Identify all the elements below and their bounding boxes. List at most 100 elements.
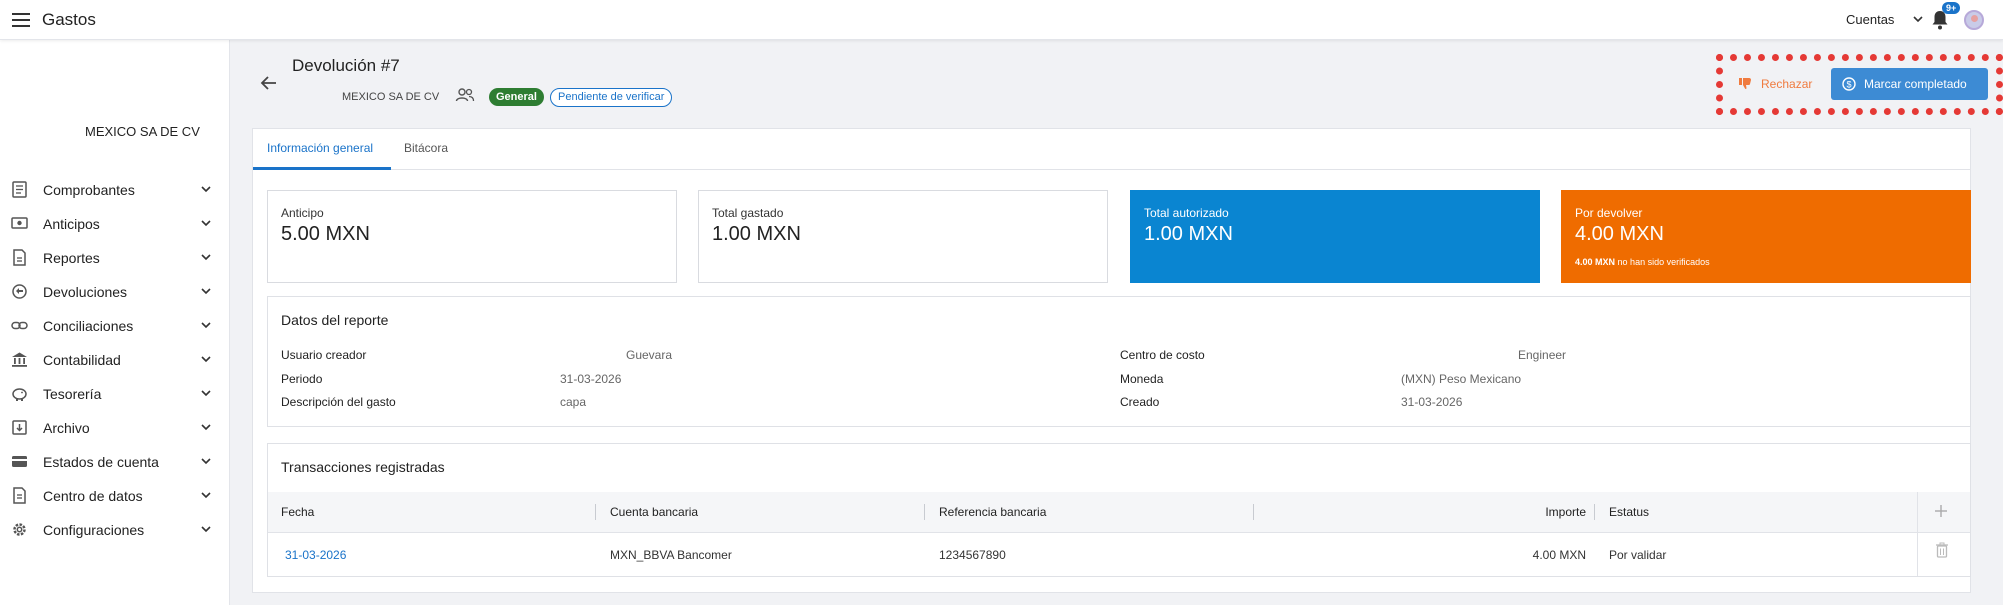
report-details-section: Datos del reporte Usuario creador Guevar… <box>267 296 1971 427</box>
stat-value: 4.00 MXN <box>1575 223 1664 245</box>
report-icon <box>13 249 26 266</box>
sidebar-item-configuraciones[interactable]: Configuraciones <box>0 514 230 546</box>
sidebar-item-centro-de-datos[interactable]: Centro de datos <box>0 480 230 512</box>
sidebar-item-label: Configuraciones <box>43 522 145 538</box>
svg-text:$: $ <box>1846 80 1851 90</box>
sidebar-item-label: Archivo <box>43 420 90 436</box>
report-company: MEXICO SA DE CV <box>342 91 440 103</box>
sidebar-item-label: Conciliaciones <box>43 318 134 334</box>
stat-label: Total gastado <box>712 206 784 220</box>
transaction-status: Por validar <box>1609 548 1667 562</box>
tab-informacion-general[interactable]: Información general <box>267 141 373 155</box>
notification-badge: 9+ <box>1942 2 1961 14</box>
column-header-referencia[interactable]: Referencia bancaria <box>939 505 1046 519</box>
actions-column-divider <box>1917 492 1918 576</box>
column-divider[interactable] <box>1253 504 1254 520</box>
chevron-down-icon[interactable] <box>1912 11 1924 27</box>
table-header: Fecha Cuenta bancaria Referencia bancari… <box>268 492 1970 533</box>
transaction-amount: 4.00 MXN <box>1532 548 1586 562</box>
section-title: Transacciones registradas <box>281 459 445 475</box>
detail-value: Engineer <box>1518 348 1567 362</box>
chevron-down-icon <box>201 492 211 499</box>
detail-label: Moneda <box>1120 372 1164 386</box>
detail-label: Creado <box>1120 395 1160 409</box>
stat-total-autorizado: Total autorizado 1.00 MXN <box>1130 190 1540 283</box>
receipt-icon <box>12 181 27 198</box>
detail-value: 31-03-2026 <box>1401 395 1463 409</box>
sidebar-item-label: Centro de datos <box>43 488 143 504</box>
sidebar-item-contabilidad[interactable]: Contabilidad <box>0 344 230 376</box>
column-divider[interactable] <box>924 504 925 520</box>
column-header-cuenta[interactable]: Cuenta bancaria <box>610 505 698 519</box>
transaction-account: MXN_BBVA Bancomer <box>610 548 732 562</box>
sidebar-item-reportes[interactable]: Reportes <box>0 242 230 274</box>
thumbs-down-icon <box>1739 78 1751 90</box>
stat-value: 5.00 MXN <box>281 223 370 245</box>
people-icon[interactable] <box>455 87 475 103</box>
stat-value: 1.00 MXN <box>1144 223 1233 245</box>
gear-icon <box>13 523 26 536</box>
top-app-bar: Gastos Cuentas 9+ <box>0 0 2003 40</box>
money-circle-icon: $ <box>1842 77 1856 91</box>
active-tab-indicator <box>253 167 391 170</box>
stat-note-text: no han sido verificados <box>1617 257 1710 267</box>
sidebar-item-label: Comprobantes <box>43 182 135 198</box>
sidebar-item-archivo[interactable]: Archivo <box>0 412 230 444</box>
sidebar-item-estados-de-cuenta[interactable]: Estados de cuenta <box>0 446 230 478</box>
piggy-bank-icon <box>12 388 27 401</box>
column-divider[interactable] <box>1594 504 1595 520</box>
stat-label: Por devolver <box>1575 206 1643 220</box>
add-transaction-icon[interactable] <box>1934 504 1948 518</box>
stat-total-gastado: Total gastado 1.00 MXN <box>698 190 1108 283</box>
transaction-reference: 1234567890 <box>939 548 1006 562</box>
sidebar-item-label: Tesorería <box>43 386 102 402</box>
tabs-divider <box>253 169 1970 170</box>
chevron-down-icon <box>201 220 211 227</box>
chevron-down-icon <box>201 390 211 397</box>
detail-label: Periodo <box>281 372 323 386</box>
sidebar-item-comprobantes[interactable]: Comprobantes <box>0 174 230 206</box>
sidebar-item-tesoreria[interactable]: Tesorería <box>0 378 230 410</box>
stat-note: 4.00 MXN no han sido verificados <box>1575 257 1710 267</box>
detail-label: Descripción del gasto <box>281 395 396 409</box>
mark-complete-label: Marcar completado <box>1864 77 1967 91</box>
sidebar-item-conciliaciones[interactable]: Conciliaciones <box>0 310 230 342</box>
menu-icon[interactable] <box>12 13 30 27</box>
chevron-down-icon <box>201 458 211 465</box>
sidebar-item-label: Estados de cuenta <box>43 454 159 470</box>
accounts-dropdown[interactable]: Cuentas <box>1846 12 1894 27</box>
stat-note-amount: 4.00 MXN <box>1575 257 1616 267</box>
column-header-importe[interactable]: Importe <box>1526 505 1586 519</box>
sidebar-company-name: MEXICO SA DE CV <box>85 124 200 139</box>
sidebar: MEXICO SA DE CV Comprobantes Anticipos R… <box>0 40 230 605</box>
avatar[interactable] <box>1964 10 1984 30</box>
detail-value: Guevara <box>626 348 673 362</box>
document-icon <box>13 487 26 504</box>
back-arrow-icon[interactable] <box>258 74 278 92</box>
card-icon <box>12 456 27 467</box>
column-header-fecha[interactable]: Fecha <box>281 505 314 519</box>
status-badge: Pendiente de verificar <box>550 88 673 107</box>
stat-label: Anticipo <box>281 206 324 220</box>
sidebar-item-label: Contabilidad <box>43 352 121 368</box>
chevron-down-icon <box>201 424 211 431</box>
sidebar-item-devoluciones[interactable]: Devoluciones <box>0 276 230 308</box>
stat-label: Total autorizado <box>1144 206 1229 220</box>
link-icon <box>11 321 28 330</box>
detail-value: 31-03-2026 <box>560 372 622 386</box>
page-title: Devolución #7 <box>292 56 400 75</box>
reject-button[interactable]: Rechazar <box>1761 77 1812 91</box>
chevron-down-icon <box>201 526 211 533</box>
money-icon <box>11 217 28 229</box>
chevron-down-icon <box>201 322 211 329</box>
sidebar-item-anticipos[interactable]: Anticipos <box>0 208 230 240</box>
archive-icon <box>12 420 27 435</box>
column-divider[interactable] <box>595 504 596 520</box>
transaction-date-link[interactable]: 31-03-2026 <box>285 548 346 562</box>
detail-label: Centro de costo <box>1120 348 1205 362</box>
mark-complete-button[interactable]: $ Marcar completado <box>1831 68 1988 100</box>
tab-bitacora[interactable]: Bitácora <box>404 141 448 155</box>
column-header-estatus[interactable]: Estatus <box>1609 505 1649 519</box>
delete-icon[interactable] <box>1935 542 1949 558</box>
sidebar-item-label: Reportes <box>43 250 100 266</box>
